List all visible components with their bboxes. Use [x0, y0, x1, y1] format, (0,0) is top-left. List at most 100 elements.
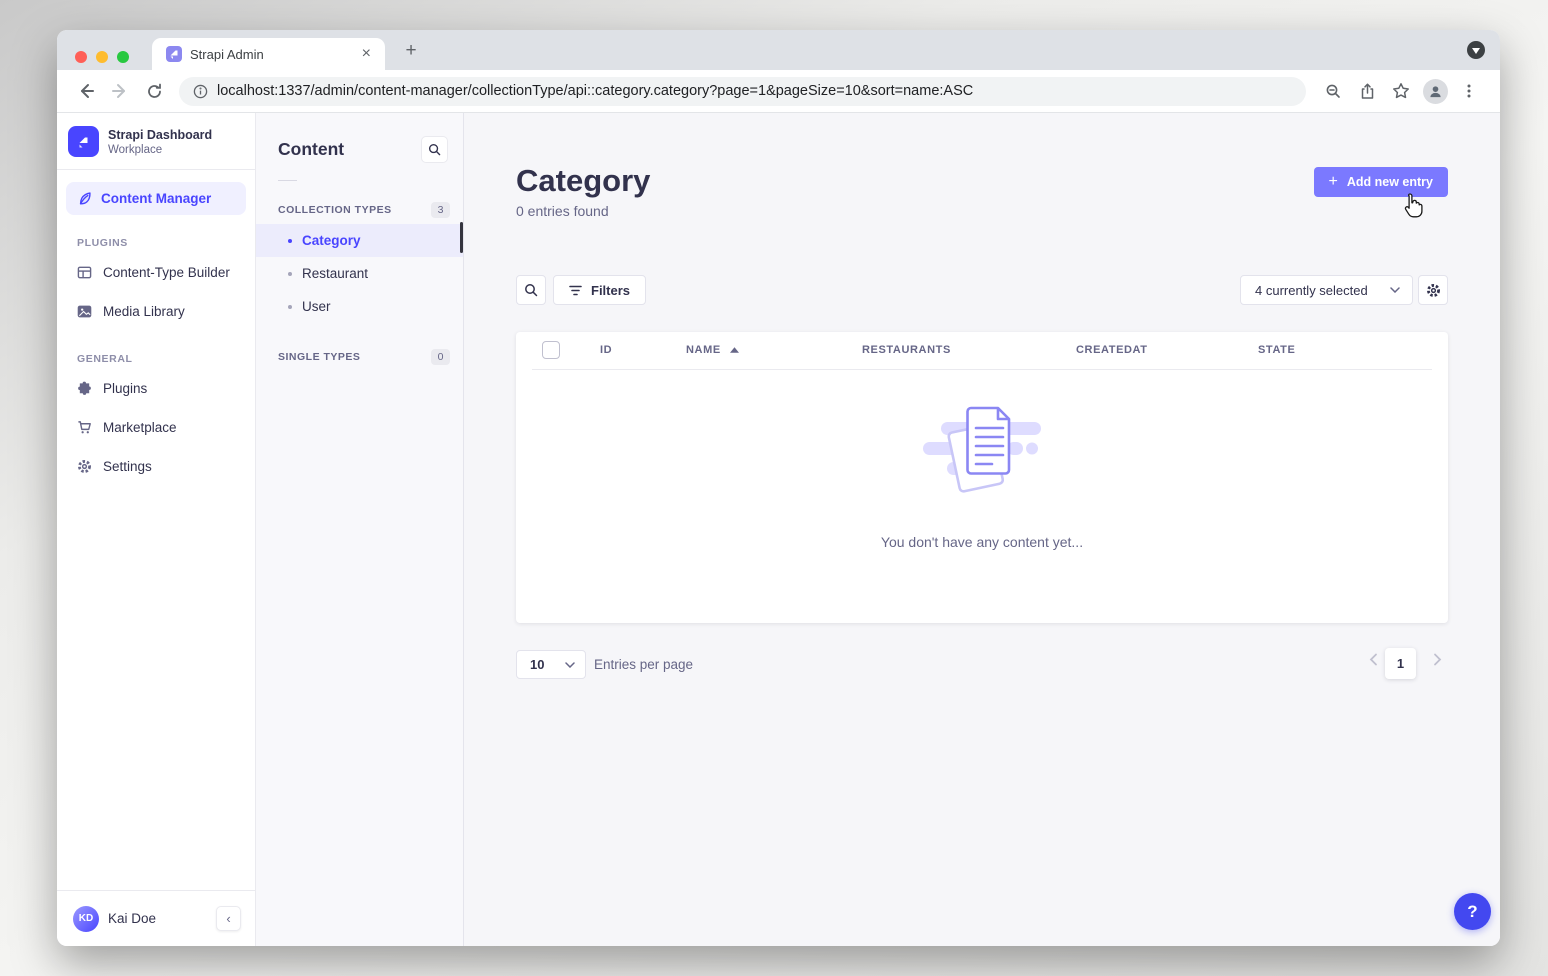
puzzle-icon — [77, 381, 92, 396]
add-new-entry-label: Add new entry — [1347, 175, 1433, 189]
empty-documents-illustration-icon — [917, 402, 1047, 502]
profile-avatar[interactable] — [1421, 77, 1449, 105]
column-header-state[interactable]: STATE — [1258, 344, 1295, 356]
entries-table: ID NAME RESTAURANTS CREATEDAT STATE — [516, 332, 1448, 623]
layout-icon — [77, 265, 92, 280]
window-controls — [75, 51, 129, 63]
sidebar-item-label: Media Library — [103, 304, 185, 319]
bullet-icon — [288, 305, 292, 309]
site-info-icon[interactable] — [193, 84, 208, 99]
subnav-item-user[interactable]: User — [256, 290, 463, 323]
subnav-item-category[interactable]: Category — [256, 224, 463, 257]
feather-pen-icon — [77, 191, 92, 206]
sidebar-item-media-library[interactable]: Media Library — [57, 292, 255, 331]
entries-count: 0 entries found — [516, 203, 609, 219]
entries-per-page-label: Entries per page — [594, 657, 693, 672]
sidebar-item-content-type-builder[interactable]: Content-Type Builder — [57, 253, 255, 292]
plus-icon: + — [1329, 174, 1338, 190]
subnav-title: Content — [278, 139, 344, 160]
column-header-createdat[interactable]: CREATEDAT — [1076, 344, 1148, 356]
reload-icon[interactable] — [140, 77, 168, 105]
single-types-count-badge: 0 — [431, 349, 450, 365]
maximize-window-button[interactable] — [117, 51, 129, 63]
subnav-item-label: Restaurant — [302, 266, 368, 281]
url-bar[interactable]: localhost:1337/admin/content-manager/col… — [179, 77, 1306, 106]
sidebar-item-label: Plugins — [103, 381, 147, 396]
new-tab-button[interactable]: + — [399, 39, 423, 63]
collection-types-header: COLLECTION TYPES — [278, 204, 392, 216]
browser-menu-icon[interactable] — [1455, 77, 1483, 105]
main-sidebar: Strapi Dashboard Workplace Content Manag… — [57, 113, 256, 946]
browser-tab[interactable]: Strapi Admin × — [152, 38, 385, 70]
sidebar-user-row: KD Kai Doe ‹ — [57, 890, 255, 946]
shopping-cart-icon — [77, 420, 92, 435]
chevron-down-icon — [1390, 287, 1400, 293]
subnav-scrollbar[interactable] — [460, 222, 463, 253]
filters-button[interactable]: Filters — [553, 275, 646, 305]
fields-selected-label: 4 currently selected — [1255, 283, 1368, 298]
picture-icon — [77, 304, 92, 319]
collapse-sidebar-button[interactable]: ‹ — [216, 906, 241, 931]
user-name: Kai Doe — [108, 911, 156, 926]
column-header-restaurants[interactable]: RESTAURANTS — [862, 344, 951, 356]
sidebar-item-label: Content Manager — [101, 191, 211, 206]
minimize-window-button[interactable] — [96, 51, 108, 63]
bullet-icon — [288, 272, 292, 276]
page-number-button[interactable]: 1 — [1385, 648, 1416, 679]
sidebar-item-marketplace[interactable]: Marketplace — [57, 408, 255, 447]
back-icon[interactable] — [72, 77, 100, 105]
sidebar-item-label: Content-Type Builder — [103, 265, 230, 280]
filter-icon — [569, 285, 582, 296]
share-icon[interactable] — [1353, 77, 1381, 105]
strapi-favicon-icon — [166, 46, 182, 62]
table-settings-button[interactable] — [1418, 275, 1448, 305]
empty-state: You don't have any content yet... — [516, 402, 1448, 550]
browser-tab-strip: Strapi Admin × + — [57, 30, 1500, 70]
sidebar-item-settings[interactable]: Settings — [57, 447, 255, 486]
sort-ascending-icon — [730, 347, 739, 353]
subnav-search-button[interactable] — [421, 136, 448, 163]
close-window-button[interactable] — [75, 51, 87, 63]
subnav-item-restaurant[interactable]: Restaurant — [256, 257, 463, 290]
bullet-icon — [288, 239, 292, 243]
sidebar-item-label: Marketplace — [103, 420, 177, 435]
column-header-id[interactable]: ID — [600, 344, 612, 356]
forward-icon[interactable] — [106, 77, 134, 105]
empty-state-message: You don't have any content yet... — [881, 534, 1083, 550]
collection-types-count-badge: 3 — [431, 202, 450, 218]
next-page-icon[interactable] — [1433, 653, 1442, 670]
single-types-header: SINGLE TYPES — [278, 351, 360, 363]
zoom-icon[interactable] — [1319, 77, 1347, 105]
content-subnav: Content COLLECTION TYPES 3 Category Rest… — [256, 113, 464, 946]
sidebar-section-general: GENERAL — [57, 331, 255, 369]
tab-close-icon[interactable]: × — [358, 44, 375, 64]
user-avatar[interactable]: KD — [73, 906, 99, 932]
workspace-name: Strapi Dashboard — [108, 127, 212, 143]
chevron-down-icon — [565, 662, 575, 668]
gear-icon — [77, 459, 92, 474]
main-content: Category 0 entries found + Add new entry… — [464, 113, 1500, 946]
tab-title: Strapi Admin — [190, 47, 358, 62]
search-icon — [428, 143, 441, 156]
column-header-name[interactable]: NAME — [686, 344, 739, 356]
table-search-button[interactable] — [516, 275, 546, 305]
fields-selected-dropdown[interactable]: 4 currently selected — [1240, 275, 1413, 305]
workspace-brand[interactable]: Strapi Dashboard Workplace — [57, 113, 255, 169]
strapi-admin-app: Strapi Dashboard Workplace Content Manag… — [57, 113, 1500, 946]
sidebar-item-plugins[interactable]: Plugins — [57, 369, 255, 408]
bookmark-star-icon[interactable] — [1387, 77, 1415, 105]
help-button[interactable]: ? — [1454, 893, 1491, 930]
search-icon — [524, 283, 538, 297]
table-header-divider — [532, 369, 1432, 370]
previous-page-icon[interactable] — [1369, 653, 1378, 670]
browser-window: Strapi Admin × + localhost:1337/admin/co… — [57, 30, 1500, 946]
browser-toolbar: localhost:1337/admin/content-manager/col… — [57, 70, 1500, 113]
page-size-value: 10 — [530, 657, 544, 672]
browser-menu-indicator-icon[interactable] — [1467, 41, 1485, 59]
sidebar-item-content-manager[interactable]: Content Manager — [66, 182, 246, 215]
strapi-logo-icon — [68, 126, 99, 157]
page-size-select[interactable]: 10 — [516, 650, 586, 679]
url-text: localhost:1337/admin/content-manager/col… — [217, 83, 973, 99]
add-new-entry-button[interactable]: + Add new entry — [1314, 167, 1448, 197]
select-all-checkbox[interactable] — [542, 341, 560, 359]
